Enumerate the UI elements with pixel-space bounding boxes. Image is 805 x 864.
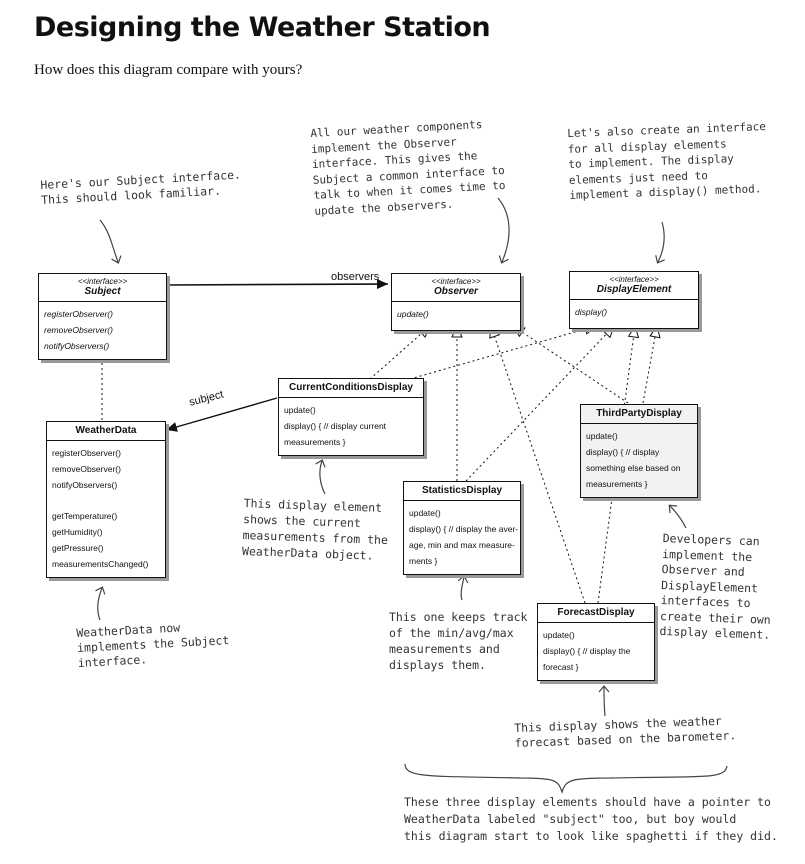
- forecast-name: ForecastDisplay: [557, 607, 635, 618]
- observer-name: Observer: [434, 286, 478, 297]
- displayelement-stereotype: <<interface>>: [609, 275, 659, 284]
- current-conditions-line: update(): [284, 405, 316, 415]
- weatherdata-method: getTemperature(): [52, 511, 118, 521]
- observer-method: update(): [397, 309, 429, 319]
- display-note-pointer: [655, 221, 665, 264]
- subject-stereotype: <<interface>>: [77, 277, 128, 286]
- subject-method: registerObserver(): [44, 309, 113, 319]
- weatherdata-method: removeObserver(): [52, 464, 121, 474]
- current-realizes-observer: [369, 325, 431, 380]
- statistics-annotation: This one keeps track of the min/avg/max …: [389, 610, 528, 672]
- weatherdata-annotation: WeatherData now implements the Subject i…: [76, 620, 230, 670]
- weatherdata-method: getHumidity(): [52, 527, 103, 537]
- observer-stereotype: <<interface>>: [431, 277, 481, 286]
- subject-interface-box: <<interface>> Subject registerObserver()…: [38, 273, 167, 360]
- third-party-name: ThirdPartyDisplay: [596, 408, 682, 419]
- current-conditions-box: CurrentConditionsDisplay update() displa…: [278, 378, 424, 456]
- forecast-line: display() { // display the: [543, 646, 631, 656]
- weatherdata-method: registerObserver(): [52, 448, 121, 458]
- third-party-line: display() { // display: [586, 447, 660, 457]
- current-conditions-line: measurements }: [284, 437, 346, 447]
- third-party-line: measurements }: [586, 479, 648, 489]
- weatherdata-note-pointer: [95, 586, 106, 621]
- statistics-line: age, min and max measure-: [409, 540, 515, 550]
- developers-annotation: Developers can implement the Observer an…: [659, 531, 772, 642]
- thirdparty-realizes-displayelement: [642, 324, 661, 404]
- current-note-pointer: [315, 459, 326, 495]
- forecast-box: ForecastDisplay update() display() { // …: [537, 603, 655, 681]
- weatherdata-method: getPressure(): [52, 543, 104, 553]
- third-party-box: ThirdPartyDisplay update() display() { /…: [580, 404, 698, 498]
- spaghetti-annotation: These three display elements should have…: [404, 795, 778, 843]
- third-party-line: update(): [586, 431, 618, 441]
- forecast-line: update(): [543, 630, 575, 640]
- weatherdata-class-box: WeatherData registerObserver() removeObs…: [46, 421, 166, 578]
- weatherdata-method: notifyObservers(): [52, 480, 118, 490]
- weatherdata-name: WeatherData: [75, 425, 137, 436]
- developers-note-pointer: [668, 504, 687, 529]
- subject-association-arrow: [165, 397, 278, 432]
- forecast-line: forecast }: [543, 662, 579, 672]
- statistics-line: update(): [409, 508, 441, 518]
- current-conditions-line: display() { // display current: [284, 421, 387, 431]
- displayelement-name: DisplayElement: [596, 284, 672, 295]
- subject-method: removeObserver(): [44, 325, 113, 335]
- third-party-line: something else based on: [586, 463, 681, 473]
- current-conditions-annotation: This display element shows the current m…: [241, 495, 389, 563]
- thirdparty-realizes-observer: [511, 325, 629, 404]
- curly-brace: [404, 763, 728, 794]
- current-conditions-name: CurrentConditionsDisplay: [289, 382, 413, 393]
- statistics-line: ments }: [409, 556, 438, 566]
- subject-note-pointer: [99, 219, 122, 264]
- observer-interface-box: <<interface>> Observer update(): [391, 273, 521, 331]
- forecast-note-pointer: [598, 685, 610, 717]
- observers-label: observers: [331, 271, 380, 283]
- subject-name: Subject: [84, 286, 121, 297]
- statistics-note-pointer: [457, 575, 469, 601]
- observer-annotation: All our weather components implement the…: [310, 117, 506, 218]
- observers-association-arrow: [165, 279, 389, 290]
- statistics-line: display() { // display the aver-: [409, 524, 519, 534]
- display-element-annotation: Let's also create an interface for all d…: [567, 120, 767, 202]
- weatherdata-method: measurementsChanged(): [52, 559, 149, 569]
- displayelement-method: display(): [575, 307, 608, 317]
- current-realizes-displayelement: [409, 323, 598, 380]
- subject-method: notifyObservers(): [44, 341, 110, 351]
- statistics-box: StatisticsDisplay update() display() { /…: [403, 481, 521, 575]
- statistics-name: StatisticsDisplay: [421, 485, 503, 496]
- displayelement-interface-box: <<interface>> DisplayElement display(): [569, 271, 699, 329]
